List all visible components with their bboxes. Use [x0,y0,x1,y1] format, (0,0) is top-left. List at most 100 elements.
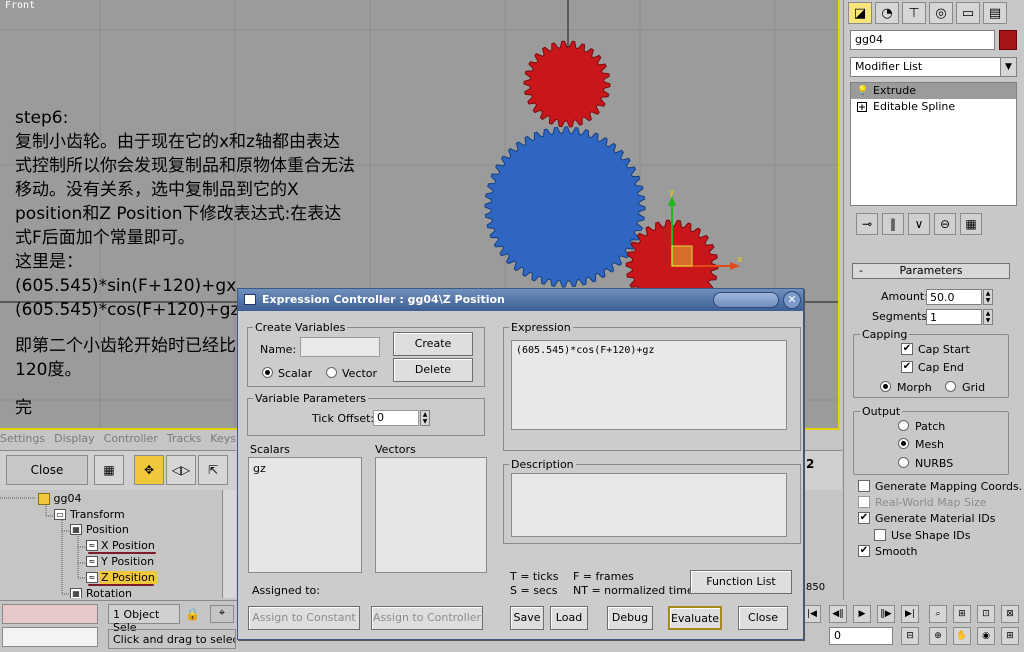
filters-icon[interactable]: ▦ [94,455,124,485]
variable-name-input[interactable] [300,337,380,357]
motion-tab-icon[interactable]: ◎ [929,2,953,24]
segments-input[interactable]: 1 [926,309,982,325]
menu-display[interactable]: Display [54,432,95,445]
close-icon[interactable]: ✕ [783,291,801,309]
smooth-checkbox[interactable]: ✔ [858,545,870,557]
selection-count: 1 Object Sele [108,604,180,634]
track-view-toolbar-right: 2 [804,450,842,490]
viewport-label[interactable]: Front [5,0,35,11]
time-config-icon[interactable]: ⊟ [901,627,919,645]
tree-scrollbar[interactable] [222,490,236,598]
menu-controller[interactable]: Controller [104,432,158,445]
zoom-extents-icon[interactable]: ⊡ [977,605,995,623]
delete-button[interactable]: Delete [393,358,473,382]
large-gear[interactable] [484,126,646,288]
small-gear-top[interactable] [523,40,611,128]
object-name-input[interactable]: gg04 [850,30,995,50]
go-to-start-icon[interactable]: |◀ [803,605,821,623]
assign-constant-button[interactable]: Assign to Constant [248,606,360,630]
modifier-list-dropdown[interactable]: Modifier List ▼ [850,57,1017,77]
go-to-end-icon[interactable]: ▶| [901,605,919,623]
nurbs-radio[interactable] [898,457,909,468]
maximize-viewport-icon[interactable]: ⊞ [1001,627,1019,645]
patch-radio[interactable] [898,420,909,431]
tick-offset-spinner[interactable]: ▲ ▼ [420,410,430,426]
vectors-list[interactable] [375,457,487,573]
configure-sets-icon[interactable]: ▦ [960,213,982,235]
lock-icon[interactable]: 🔒 [185,607,200,621]
list-item[interactable]: gz [253,462,357,475]
previous-frame-icon[interactable]: ◀‖ [829,605,847,623]
scalar-radio[interactable] [262,367,273,378]
tick-offset-input[interactable]: 0 [373,410,419,426]
menu-settings[interactable]: Settings [0,432,45,445]
absolute-mode-icon[interactable]: ⌖ [210,605,234,623]
make-unique-icon[interactable]: ∨ [908,213,930,235]
show-end-result-icon[interactable]: ‖ [882,213,904,235]
play-icon[interactable]: ▶ [853,605,871,623]
hierarchy-tab-icon[interactable]: ⊤ [902,2,926,24]
modify-tab-icon[interactable]: ◔ [875,2,899,24]
pin-stack-icon[interactable]: ⊸ [856,213,878,235]
vector-radio[interactable] [326,367,337,378]
amount-input[interactable]: 50.0 [926,289,982,305]
current-frame-input[interactable]: 0 [829,627,893,645]
menu-keys[interactable]: Keys [210,432,236,445]
debug-button[interactable]: Debug [607,606,653,630]
close-button[interactable]: Close [738,606,788,630]
save-button[interactable]: Save [510,606,544,630]
scale-keys-icon[interactable]: ⇱ [198,455,228,485]
assign-controller-button[interactable]: Assign to Controller [371,606,483,630]
use-shape-ids-checkbox[interactable] [874,529,886,541]
stack-item-editable-spline[interactable]: + Editable Spline [851,99,1016,115]
tutorial-here-label: 这里是： [15,252,83,272]
zoom-extents-all-icon[interactable]: ⊠ [1001,605,1019,623]
real-world-checkbox[interactable] [858,496,870,508]
generate-mapping-checkbox[interactable] [858,480,870,492]
object-color-swatch[interactable] [999,30,1017,50]
maxscript-listener[interactable] [2,604,98,624]
axis-y-label: y [669,188,675,198]
amount-spinner[interactable]: ▲ ▼ [983,289,993,305]
move-keys-icon[interactable]: ✥ [134,455,164,485]
parameters-rollout-header[interactable]: - Parameters [852,263,1010,279]
scalar-label: Scalar [278,367,313,380]
app-icon [244,294,256,305]
plus-icon[interactable]: + [857,102,867,113]
create-button[interactable]: Create [393,332,473,356]
grid-radio[interactable] [945,381,956,392]
maxscript-output[interactable] [2,627,98,647]
track-view-curves-right: 850 [804,490,842,600]
zoom-icon[interactable]: ⌕ [929,605,947,623]
mesh-radio[interactable] [898,438,909,449]
segments-spinner[interactable]: ▲ ▼ [983,309,993,325]
load-button[interactable]: Load [550,606,588,630]
display-tab-icon[interactable]: ▭ [956,2,980,24]
utilities-tab-icon[interactable]: ▤ [983,2,1007,24]
function-list-button[interactable]: Function List [690,570,792,594]
evaluate-button[interactable]: Evaluate [668,606,722,630]
minimize-button[interactable] [713,292,779,308]
stack-item-label: Extrude [873,84,917,97]
morph-radio[interactable] [880,381,891,392]
scalars-list[interactable]: gz [248,457,362,573]
zoom-all-icon[interactable]: ⊞ [953,605,971,623]
generate-material-checkbox[interactable]: ✔ [858,512,870,524]
dialog-title-bar[interactable]: Expression Controller : gg04\Z Position … [238,289,803,311]
create-tab-icon[interactable]: ◪ [848,2,872,24]
pan-icon[interactable]: ✋ [953,627,971,645]
slide-keys-icon[interactable]: ◁▷ [166,455,196,485]
stack-item-extrude[interactable]: 💡 Extrude [851,83,1016,99]
cap-start-checkbox[interactable]: ✔ [901,343,913,355]
bulb-icon[interactable]: 💡 [857,86,868,96]
expression-textarea[interactable]: (605.545)*cos(F+120)+gz [511,340,787,430]
close-button[interactable]: Close [6,455,88,485]
remove-modifier-icon[interactable]: ⊖ [934,213,956,235]
description-textarea[interactable] [511,473,787,537]
output-title: Output [860,405,903,418]
menu-tracks[interactable]: Tracks [167,432,202,445]
next-frame-icon[interactable]: ‖▶ [877,605,895,623]
cap-end-checkbox[interactable]: ✔ [901,361,913,373]
arc-rotate-icon[interactable]: ◉ [977,627,995,645]
region-zoom-icon[interactable]: ⊕ [929,627,947,645]
